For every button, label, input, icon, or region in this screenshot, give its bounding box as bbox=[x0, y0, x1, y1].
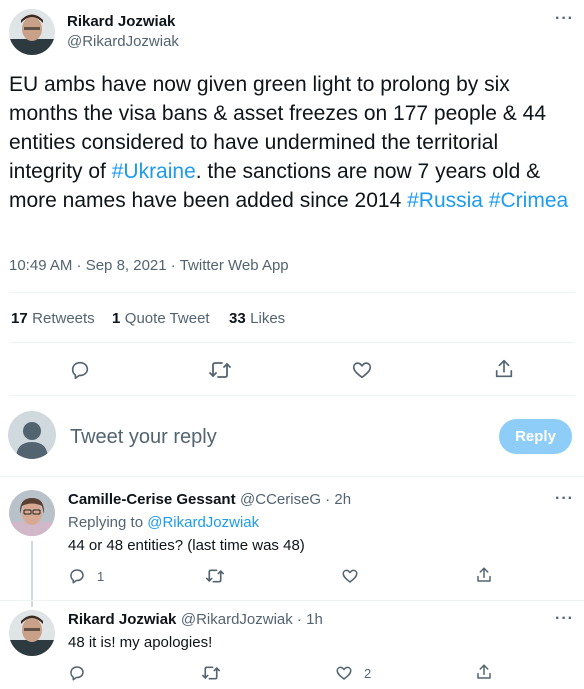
hashtag-crimea[interactable]: #Crimea bbox=[489, 189, 568, 212]
tweet-meta: 10:49 AM · Sep 8, 2021 · Twitter Web App bbox=[9, 257, 289, 274]
divider-actions bbox=[9, 395, 575, 396]
tweet-source[interactable]: Twitter Web App bbox=[180, 257, 289, 274]
tweet-text: EU ambs have now given green light to pr… bbox=[9, 70, 577, 215]
replying-to-label: Replying to bbox=[68, 514, 148, 531]
reply-icon[interactable] bbox=[69, 359, 91, 381]
replying-to-handle[interactable]: @RikardJozwiak bbox=[147, 514, 259, 531]
author-name[interactable]: Rikard Jozwiak bbox=[67, 13, 175, 30]
reply1-more-options-icon[interactable]: ··· bbox=[555, 490, 574, 508]
reply1-share-icon[interactable] bbox=[475, 566, 493, 584]
retweets-stat[interactable]: 17 Retweets bbox=[11, 310, 95, 328]
reply1-reply-count: 1 bbox=[97, 569, 105, 584]
retweet-icon[interactable] bbox=[208, 359, 232, 381]
likes-label: Likes bbox=[250, 310, 286, 327]
reply2-more-options-icon[interactable]: ··· bbox=[555, 610, 574, 628]
reply1-retweet-icon[interactable] bbox=[205, 567, 225, 585]
divider-stats bbox=[9, 342, 575, 343]
quotes-count: 1 bbox=[112, 310, 121, 327]
meta-separator: · bbox=[166, 257, 180, 274]
more-options-icon[interactable]: ··· bbox=[555, 10, 574, 28]
divider-compose bbox=[0, 476, 584, 477]
reply1-like-icon[interactable] bbox=[341, 567, 359, 585]
reply2-author-name[interactable]: Rikard Jozwiak bbox=[68, 611, 176, 628]
tweet-timestamp[interactable]: 10:49 AM · Sep 8, 2021 bbox=[9, 257, 167, 274]
reply2-share-icon[interactable] bbox=[475, 663, 493, 681]
quotes-stat[interactable]: 1 Quote Tweet bbox=[112, 310, 210, 328]
reply2-handle-time[interactable]: @RikardJozwiak · 1h bbox=[181, 611, 323, 628]
quotes-label: Quote Tweet bbox=[124, 310, 210, 327]
retweets-label: Retweets bbox=[32, 310, 95, 327]
author-handle[interactable]: @RikardJozwiak bbox=[67, 33, 179, 50]
hashtag-russia[interactable]: #Russia bbox=[407, 189, 483, 212]
likes-stat[interactable]: 33 Likes bbox=[229, 310, 285, 328]
reply2-like-icon[interactable] bbox=[335, 664, 353, 682]
divider-meta bbox=[9, 292, 575, 293]
reply-thread-line bbox=[31, 541, 33, 607]
retweets-count: 17 bbox=[11, 310, 28, 327]
reply1-replying-to: Replying to @RikardJozwiak bbox=[68, 514, 259, 531]
hashtag-ukraine[interactable]: #Ukraine bbox=[112, 160, 196, 183]
reply2-retweet-icon[interactable] bbox=[201, 664, 221, 682]
like-icon[interactable] bbox=[351, 359, 373, 381]
reply2-header: Rikard Jozwiak @RikardJozwiak · 1h bbox=[68, 611, 323, 629]
reply1-header: Camille-Cerise Gessant @CCeriseG · 2h bbox=[68, 491, 351, 509]
user-avatar[interactable] bbox=[8, 411, 56, 459]
reply-input[interactable]: Tweet your reply bbox=[70, 426, 480, 449]
divider-reply1 bbox=[0, 600, 584, 601]
reply1-author-name[interactable]: Camille-Cerise Gessant bbox=[68, 491, 236, 508]
share-icon[interactable] bbox=[493, 358, 515, 380]
reply2-text: 48 it is! my apologies! bbox=[68, 634, 213, 651]
reply1-avatar[interactable] bbox=[9, 490, 55, 536]
reply1-reply-icon[interactable] bbox=[68, 567, 86, 585]
likes-count: 33 bbox=[229, 310, 246, 327]
reply2-reply-icon[interactable] bbox=[68, 664, 86, 682]
reply2-like-count: 2 bbox=[364, 666, 372, 681]
reply2-avatar[interactable] bbox=[9, 610, 55, 656]
author-avatar[interactable] bbox=[9, 9, 55, 55]
reply-button[interactable]: Reply bbox=[499, 419, 572, 454]
reply1-text: 44 or 48 entities? (last time was 48) bbox=[68, 537, 305, 554]
reply1-handle-time[interactable]: @CCeriseG · 2h bbox=[240, 491, 351, 508]
